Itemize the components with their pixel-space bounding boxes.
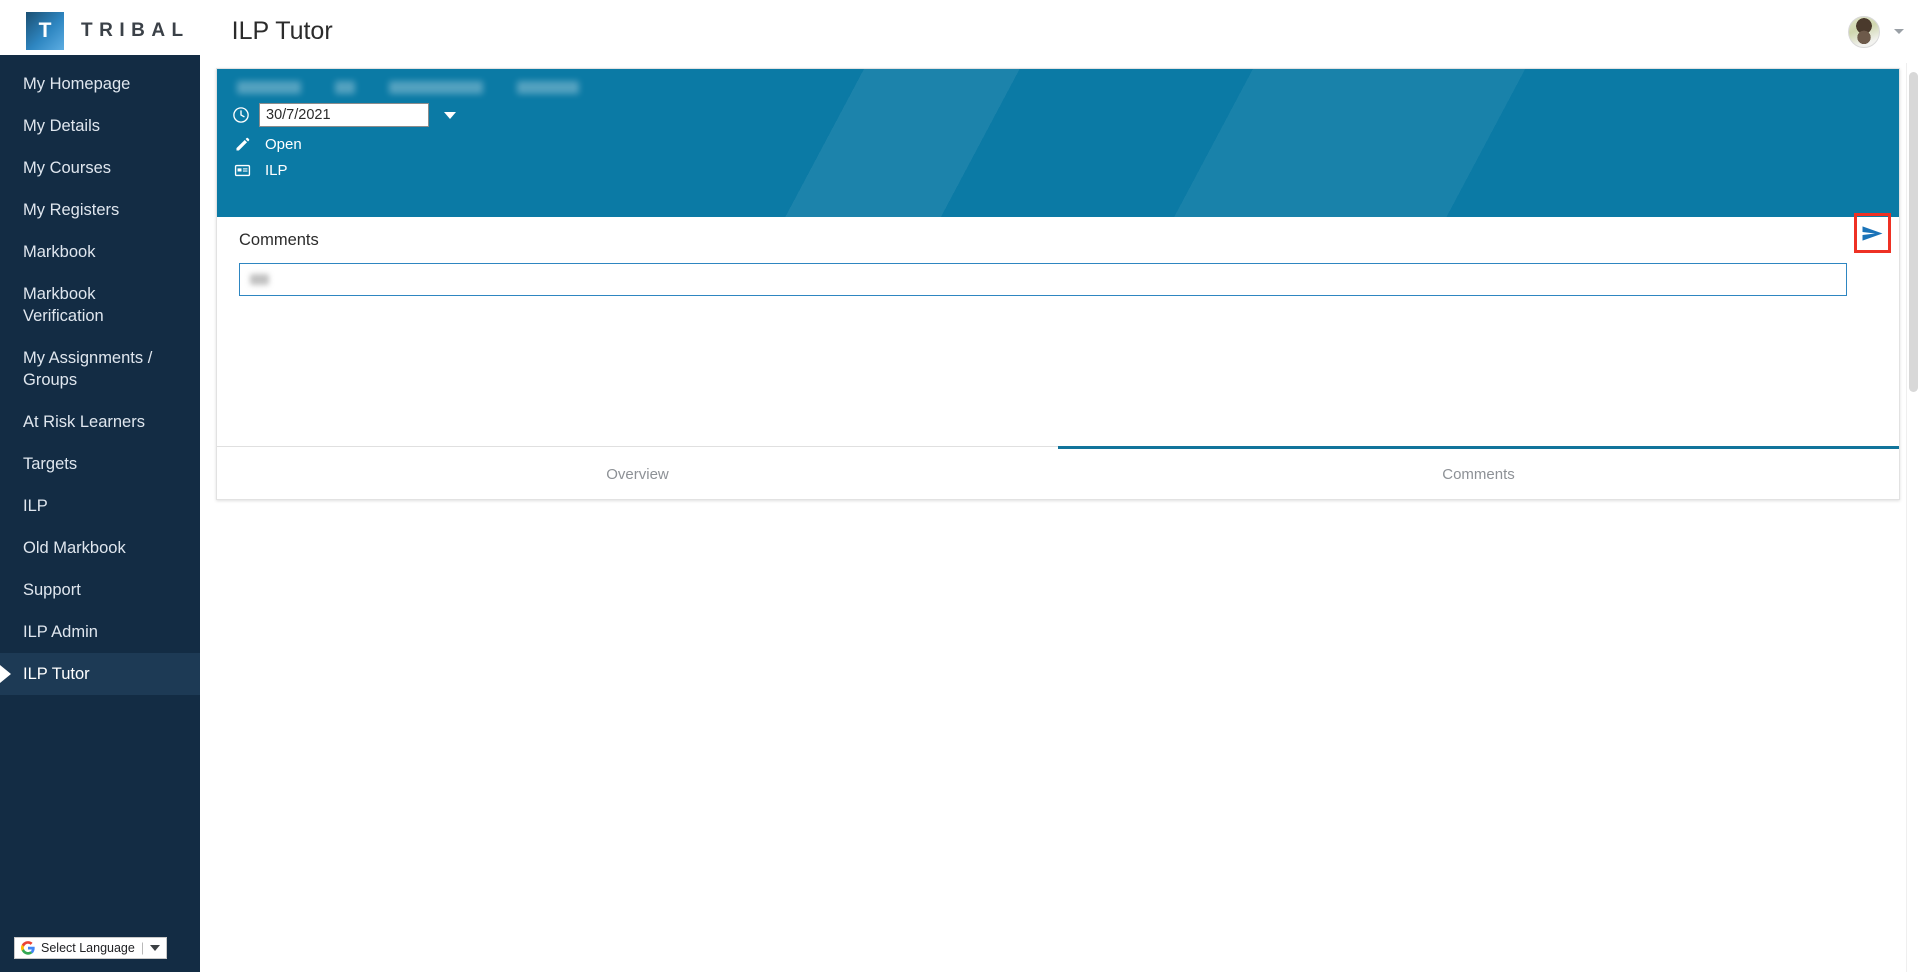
card-tabs: Overview Comments <box>217 446 1899 499</box>
sidebar-item-targets[interactable]: Targets <box>0 443 200 485</box>
sidebar-item-label: ILP Tutor <box>23 665 90 683</box>
sidebar-item-label: At Risk Learners <box>23 413 145 431</box>
sidebar-item-my-details[interactable]: My Details <box>0 105 200 147</box>
clock-icon <box>233 107 249 123</box>
redacted-field-1 <box>237 81 301 94</box>
sidebar-item-label: My Details <box>23 117 101 135</box>
sidebar-item-label: ILP Admin <box>23 623 98 641</box>
sidebar-item-markbook[interactable]: Markbook <box>0 231 200 273</box>
sidebar-item-my-homepage[interactable]: My Homepage <box>0 63 200 105</box>
record-type-label: ILP <box>265 162 288 179</box>
sidebar-item-label: Markbook <box>23 243 96 261</box>
sidebar-item-label: Markbook Verification <box>23 285 104 325</box>
sidebar-item-label: Old Markbook <box>23 539 126 557</box>
record-type-row: ILP <box>234 162 1899 179</box>
sidebar-item-label: My Registers <box>23 201 120 219</box>
google-icon <box>21 941 35 955</box>
comments-body: Comments <box>217 213 1899 432</box>
sidebar-item-label: My Homepage <box>23 75 131 93</box>
send-icon <box>1862 225 1883 241</box>
card-hero-content: Open ILP <box>217 69 1899 179</box>
logo-letter: T <box>38 19 52 42</box>
chevron-down-icon[interactable] <box>1894 29 1904 34</box>
status-label: Open <box>265 136 302 153</box>
language-selector-separator: | <box>140 941 145 955</box>
comment-input[interactable] <box>239 263 1847 296</box>
active-pointer-icon <box>0 665 11 683</box>
tab-label: Comments <box>1442 465 1515 483</box>
tab-label: Overview <box>606 465 669 483</box>
redacted-field-4 <box>517 81 579 94</box>
page-scrollbar-thumb[interactable] <box>1909 72 1918 392</box>
card-icon <box>234 164 251 177</box>
sidebar: My Homepage My Details My Courses My Reg… <box>0 55 200 972</box>
chevron-down-icon <box>150 945 161 951</box>
top-bar: T TRIBAL ILP Tutor <box>0 0 1922 63</box>
language-selector[interactable]: Select Language | <box>14 937 168 959</box>
sidebar-item-my-courses[interactable]: My Courses <box>0 147 200 189</box>
sidebar-item-label: Targets <box>23 455 78 473</box>
sidebar-item-markbook-verification[interactable]: Markbook Verification <box>0 273 200 337</box>
sidebar-item-my-assignments-groups[interactable]: My Assignments / Groups <box>0 337 200 401</box>
tab-overview[interactable]: Overview <box>217 446 1058 499</box>
pencil-icon <box>236 137 250 151</box>
date-row <box>232 103 1899 127</box>
sidebar-item-at-risk-learners[interactable]: At Risk Learners <box>0 401 200 443</box>
sidebar-item-label: My Courses <box>23 159 112 177</box>
comment-entry-row <box>239 213 1899 296</box>
comment-input-wrapper <box>239 263 1847 296</box>
top-bar-right <box>1848 0 1904 63</box>
card-hero-header: Open ILP <box>217 69 1899 217</box>
sidebar-item-my-registers[interactable]: My Registers <box>0 189 200 231</box>
comments-heading: Comments <box>239 231 319 249</box>
sidebar-item-ilp-admin[interactable]: ILP Admin <box>0 611 200 653</box>
chevron-down-icon[interactable] <box>444 111 456 119</box>
page-title: ILP Tutor <box>231 16 333 45</box>
sidebar-item-label: Support <box>23 581 81 599</box>
redacted-field-3 <box>389 81 483 94</box>
learner-info-redacted-row <box>237 81 1899 97</box>
tribal-logo-mark[interactable]: T <box>26 12 64 50</box>
app-root: T TRIBAL ILP Tutor My Homepage My Detail… <box>0 0 1922 972</box>
sidebar-item-support[interactable]: Support <box>0 569 200 611</box>
date-input[interactable] <box>259 103 429 127</box>
sidebar-item-ilp-tutor[interactable]: ILP Tutor <box>0 653 200 695</box>
redacted-field-2 <box>335 81 355 94</box>
sidebar-item-old-markbook[interactable]: Old Markbook <box>0 527 200 569</box>
tab-comments[interactable]: Comments <box>1058 446 1899 499</box>
language-selector-label: Select Language <box>41 941 135 955</box>
sidebar-item-ilp[interactable]: ILP <box>0 485 200 527</box>
ilp-tutor-card: Open ILP Comments <box>216 68 1900 500</box>
avatar[interactable] <box>1848 15 1880 48</box>
tribal-logo-wordmark: TRIBAL <box>81 20 190 41</box>
sidebar-item-label: ILP <box>23 497 48 515</box>
sidebar-item-label: My Assignments / Groups <box>23 349 153 389</box>
send-comment-button[interactable] <box>1854 213 1891 253</box>
status-row: Open <box>234 136 1899 153</box>
